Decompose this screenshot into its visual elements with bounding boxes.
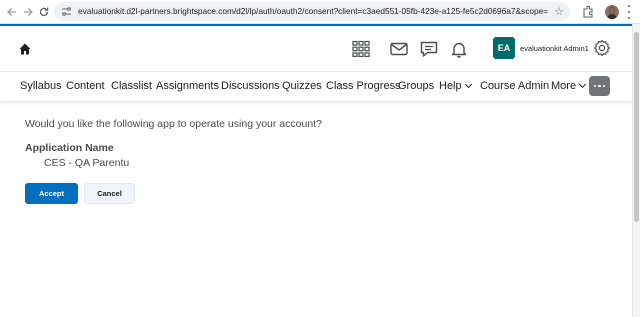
- course-navbar: Syllabus Content Classlist Assignments D…: [0, 72, 632, 102]
- nav-item-help[interactable]: Help: [439, 80, 472, 92]
- back-arrow-icon[interactable]: [4, 4, 20, 20]
- nav-item-assignments[interactable]: Assignments: [156, 80, 219, 92]
- more-actions-button[interactable]: [589, 76, 610, 96]
- chevron-down-icon: [579, 80, 587, 89]
- extensions-icon[interactable]: [581, 5, 595, 19]
- url-text[interactable]: evaluationkit.d2l-partners.brightspace.c…: [78, 5, 548, 18]
- application-name-label: Application Name: [25, 142, 114, 154]
- reload-icon[interactable]: [36, 4, 52, 20]
- nav-item-more-label: More: [551, 80, 577, 92]
- nav-item-classlist[interactable]: Classlist: [111, 80, 152, 92]
- nav-item-syllabus[interactable]: Syllabus: [20, 80, 62, 92]
- minibar: EA evaluationkit Admin1: [0, 26, 632, 72]
- nav-item-class-progress[interactable]: Class Progress: [326, 80, 401, 92]
- application-name-value: CES - QA Parentu: [44, 157, 130, 169]
- nav-item-course-admin[interactable]: Course Admin: [480, 80, 549, 92]
- page-scrollbar[interactable]: [632, 24, 640, 317]
- consent-question: Would you like the following app to oper…: [25, 118, 322, 130]
- bookmark-star-icon[interactable]: ☆: [554, 5, 564, 18]
- accept-button[interactable]: Accept: [25, 183, 78, 204]
- site-info-icon[interactable]: [61, 6, 72, 17]
- user-avatar[interactable]: EA: [493, 37, 515, 59]
- nav-item-more[interactable]: More: [551, 80, 587, 92]
- nav-item-quizzes[interactable]: Quizzes: [282, 80, 322, 92]
- browser-menu-icon[interactable]: [626, 5, 632, 19]
- username[interactable]: evaluationkit Admin1: [520, 44, 589, 53]
- nav-item-discussions[interactable]: Discussions: [221, 80, 280, 92]
- scrollbar-thumb[interactable]: [634, 32, 639, 222]
- nav-item-help-label: Help: [439, 80, 462, 92]
- message-alerts-envelope-icon[interactable]: [389, 40, 409, 58]
- forward-arrow-icon[interactable]: [20, 4, 36, 20]
- ellipsis-dot: [602, 84, 606, 88]
- subscription-alerts-chat-icon[interactable]: [419, 40, 439, 58]
- course-selector-grid-icon[interactable]: [351, 40, 371, 58]
- nav-item-groups[interactable]: Groups: [398, 80, 434, 92]
- gear-icon[interactable]: [593, 39, 611, 57]
- chevron-down-icon: [464, 80, 472, 89]
- profile-avatar[interactable]: [605, 5, 619, 19]
- ellipsis-dot: [593, 84, 597, 88]
- home-icon[interactable]: [18, 42, 32, 56]
- update-alerts-bell-icon[interactable]: [449, 40, 469, 58]
- cancel-button[interactable]: Cancel: [84, 183, 135, 204]
- nav-item-content[interactable]: Content: [66, 80, 105, 92]
- ellipsis-dot: [598, 84, 601, 88]
- address-bar[interactable]: evaluationkit.d2l-partners.brightspace.c…: [54, 2, 570, 21]
- browser-toolbar: evaluationkit.d2l-partners.brightspace.c…: [0, 0, 640, 24]
